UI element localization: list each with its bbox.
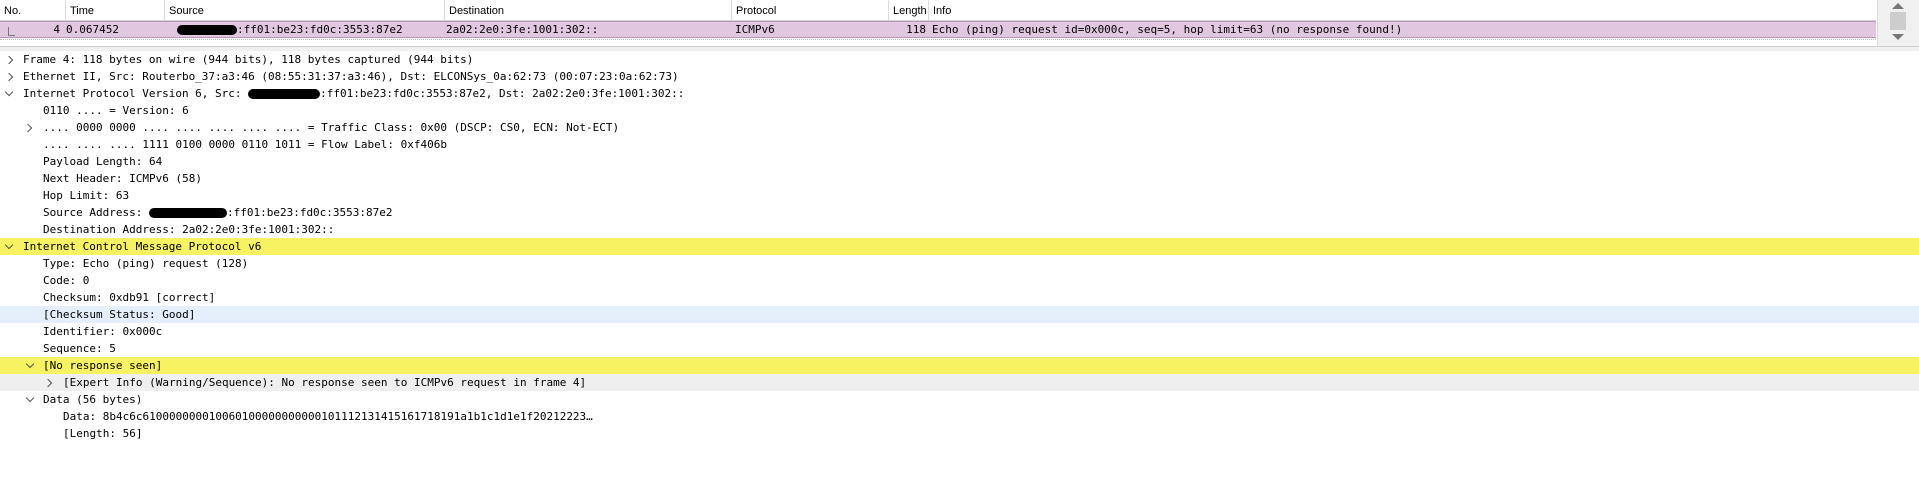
tree-item-text: [Expert Info (Warning/Sequence): No resp… <box>63 376 587 389</box>
tree-item-version[interactable]: 0110 .... = Version: 6 <box>0 102 1919 119</box>
column-header-source[interactable]: Source <box>165 0 445 20</box>
scroll-up-icon[interactable] <box>1892 3 1904 9</box>
redacted-address <box>177 25 237 35</box>
row-destination: 2a02:2e0:3fe:1001:302:: <box>446 23 599 36</box>
tree-item-text: Frame 4: 118 bytes on wire (944 bits), 1… <box>23 53 474 66</box>
packet-list-scrollbar[interactable] <box>1877 0 1919 46</box>
tree-item-text: Destination Address: 2a02:2e0:3fe:1001:3… <box>43 223 335 236</box>
tree-item-expert-info[interactable]: [Expert Info (Warning/Sequence): No resp… <box>0 374 1919 391</box>
redacted-address <box>148 208 227 218</box>
tree-item-payload-length[interactable]: Payload Length: 64 <box>0 153 1919 170</box>
tree-item-checksum-status[interactable]: [Checksum Status: Good] <box>0 306 1919 323</box>
tree-item-icmpv6[interactable]: Internet Control Message Protocol v6 <box>0 238 1919 255</box>
tree-item-sequence[interactable]: Sequence: 5 <box>0 340 1919 357</box>
tree-item-text: Type: Echo (ping) request (128) <box>43 257 249 270</box>
tree-item-text: .... 0000 0000 .... .... .... .... .... … <box>43 121 620 134</box>
chevron-right-icon[interactable] <box>4 72 14 82</box>
tree-item-data[interactable]: Data (56 bytes) <box>0 391 1919 408</box>
tree-item-text: Payload Length: 64 <box>43 155 163 168</box>
tree-item-no-response[interactable]: [No response seen] <box>0 357 1919 374</box>
chevron-down-icon[interactable] <box>4 240 14 250</box>
tree-item-text: Sequence: 5 <box>43 342 116 355</box>
row-info: Echo (ping) request id=0x000c, seq=5, ho… <box>932 23 1403 36</box>
src-addr-prefix-text: Source Address: <box>43 206 149 219</box>
tree-item-ethernet[interactable]: Ethernet II, Src: Routerbo_37:a3:46 (08:… <box>0 68 1919 85</box>
tree-item-text: Source Address: :ff01:be23:fd0c:3553:87e… <box>43 204 393 221</box>
tree-item-text: [Checksum Status: Good] <box>43 308 196 321</box>
tree-item-destination-address[interactable]: Destination Address: 2a02:2e0:3fe:1001:3… <box>0 221 1919 238</box>
tree-item-flow-label[interactable]: .... .... .... 1111 0100 0000 0110 1011 … <box>0 136 1919 153</box>
tree-item-text: Hop Limit: 63 <box>43 189 130 202</box>
tree-item-text: Ethernet II, Src: Routerbo_37:a3:46 (08:… <box>23 70 679 83</box>
tree-item-identifier[interactable]: Identifier: 0x000c <box>0 323 1919 340</box>
row-source-text: :ff01:be23:fd0c:3553:87e2 <box>237 23 403 36</box>
tree-item-text: [No response seen] <box>43 359 163 372</box>
next-row-edge <box>0 39 1876 45</box>
tree-item-traffic-class[interactable]: .... 0000 0000 .... .... .... .... .... … <box>0 119 1919 136</box>
tree-item-text: Data (56 bytes) <box>43 393 143 406</box>
tree-item-text: Identifier: 0x000c <box>43 325 163 338</box>
scroll-down-icon[interactable] <box>1892 34 1904 40</box>
packet-details-pane[interactable]: Frame 4: 118 bytes on wire (944 bits), 1… <box>0 51 1919 487</box>
chevron-down-icon[interactable] <box>25 359 35 369</box>
chevron-down-icon[interactable] <box>25 393 35 403</box>
redacted-address <box>248 89 321 99</box>
row-time: 0.067452 <box>66 23 119 36</box>
chevron-right-icon[interactable] <box>4 55 14 65</box>
tree-item-checksum[interactable]: Checksum: 0xdb91 [correct] <box>0 289 1919 306</box>
scroll-thumb[interactable] <box>1890 12 1906 30</box>
tree-item-hop-limit[interactable]: Hop Limit: 63 <box>0 187 1919 204</box>
tree-item-data-length[interactable]: [Length: 56] <box>0 425 1919 442</box>
column-header-time[interactable]: Time <box>66 0 165 20</box>
tree-item-text: [Length: 56] <box>63 427 143 440</box>
tree-item-frame[interactable]: Frame 4: 118 bytes on wire (944 bits), 1… <box>0 51 1919 68</box>
chevron-right-icon[interactable] <box>43 378 53 388</box>
tree-item-text: Checksum: 0xdb91 [correct] <box>43 291 216 304</box>
tree-item-text: Next Header: ICMPv6 (58) <box>43 172 202 185</box>
tree-item-source-address[interactable]: Source Address: :ff01:be23:fd0c:3553:87e… <box>0 204 1919 221</box>
column-header-protocol[interactable]: Protocol <box>732 0 889 20</box>
ipv6-prefix-text: Internet Protocol Version 6, Src: <box>23 87 249 100</box>
column-header-destination[interactable]: Destination <box>445 0 732 20</box>
tree-item-text: Code: 0 <box>43 274 90 287</box>
row-length: 118 <box>906 23 926 36</box>
packet-list-header: No. Time Source Destination Protocol Len… <box>0 0 1876 21</box>
related-packet-icon <box>8 27 15 36</box>
packet-row[interactable]: 4 0.067452 :ff01:be23:fd0c:3553:87e2 2a0… <box>0 21 1876 38</box>
tree-item-text: 0110 .... = Version: 6 <box>43 104 189 117</box>
row-source: :ff01:be23:fd0c:3553:87e2 <box>177 22 403 38</box>
chevron-right-icon[interactable] <box>23 123 33 133</box>
src-addr-suffix-text: :ff01:be23:fd0c:3553:87e2 <box>226 206 393 219</box>
column-header-length[interactable]: Length <box>889 0 929 20</box>
tree-item-type[interactable]: Type: Echo (ping) request (128) <box>0 255 1919 272</box>
tree-item-ipv6[interactable]: Internet Protocol Version 6, Src: :ff01:… <box>0 85 1919 102</box>
tree-item-text: Internet Protocol Version 6, Src: :ff01:… <box>23 85 684 102</box>
row-protocol: ICMPv6 <box>735 23 775 36</box>
tree-item-text: Data: 8b4c6c6100000000100601000000000001… <box>63 410 593 423</box>
packet-list-pane[interactable]: No. Time Source Destination Protocol Len… <box>0 0 1919 46</box>
row-no: 4 <box>53 23 60 36</box>
tree-item-text: Internet Control Message Protocol v6 <box>23 240 262 253</box>
tree-item-data-value[interactable]: Data: 8b4c6c6100000000100601000000000001… <box>0 408 1919 425</box>
tree-item-code[interactable]: Code: 0 <box>0 272 1919 289</box>
column-header-no[interactable]: No. <box>0 0 66 20</box>
tree-item-next-header[interactable]: Next Header: ICMPv6 (58) <box>0 170 1919 187</box>
column-header-info[interactable]: Info <box>929 0 1876 20</box>
tree-item-text: .... .... .... 1111 0100 0000 0110 1011 … <box>43 138 447 151</box>
ipv6-suffix-text: :ff01:be23:fd0c:3553:87e2, Dst: 2a02:2e0… <box>320 87 685 100</box>
chevron-down-icon[interactable] <box>4 87 14 97</box>
